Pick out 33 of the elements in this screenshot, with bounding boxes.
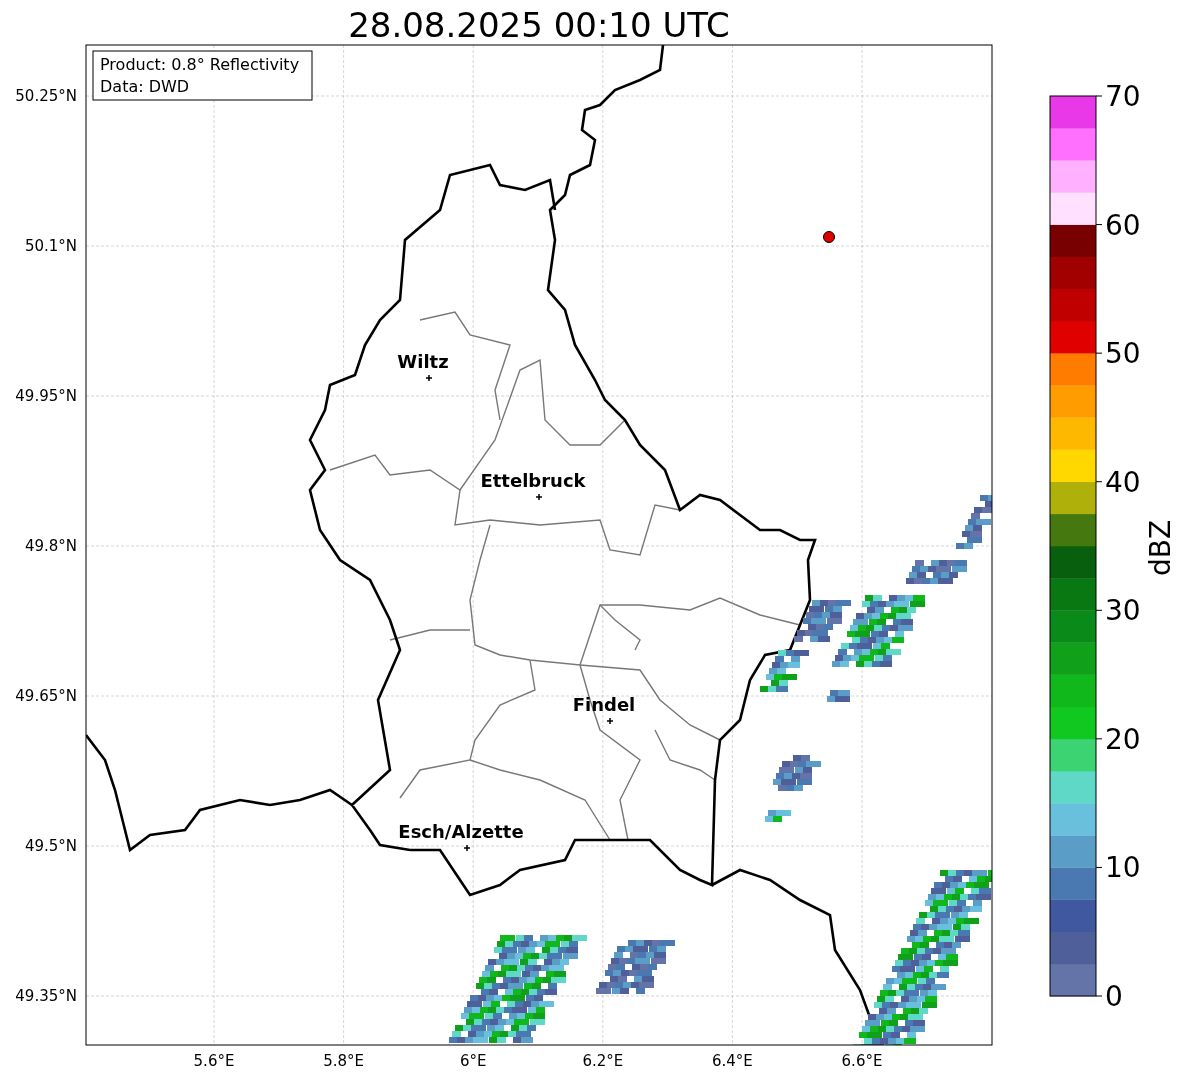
- colorbar-tick-label: 60: [1105, 208, 1141, 242]
- colorbar-title: dBZ: [1144, 519, 1177, 577]
- colorbar-tick-label: 50: [1105, 337, 1141, 371]
- latitude-tick-label: 49.95°N: [15, 387, 77, 405]
- latitude-tick-label: 49.5°N: [24, 837, 77, 855]
- longitude-tick-label: 5.8°E: [323, 1052, 364, 1070]
- latitude-tick-label: 50.1°N: [24, 237, 77, 255]
- colorbar-tick-label: 20: [1105, 722, 1141, 756]
- place-label: Wiltz: [397, 351, 449, 372]
- place-marker-icon: [606, 717, 614, 725]
- longitude-tick-label: 6.6°E: [841, 1052, 883, 1070]
- place-marker-icon: [535, 493, 543, 501]
- latitude-tick-label: 49.65°N: [15, 687, 77, 705]
- place-label: Findel: [572, 694, 636, 715]
- colorbar-tick-label: 40: [1105, 465, 1141, 499]
- chart-title: 28.08.2025 00:10 UTC: [348, 5, 730, 45]
- info-text: Data: DWD: [100, 77, 190, 96]
- colorbar-tick-label: 0: [1105, 980, 1123, 1013]
- place-marker-icon: [425, 374, 433, 382]
- colorbar-tick-label: 70: [1105, 80, 1141, 113]
- latitude-tick-label: 50.25°N: [15, 87, 77, 105]
- latitude-tick-label: 49.35°N: [15, 987, 77, 1005]
- longitude-tick-label: 6.2°E: [582, 1052, 624, 1070]
- colorbar-tick-label: 10: [1105, 851, 1141, 885]
- place-label: Ettelbruck: [480, 470, 586, 491]
- latitude-tick-label: 49.8°N: [24, 537, 77, 555]
- place-label: Esch/Alzette: [398, 821, 524, 842]
- info-text: Product: 0.8° Reflectivity: [100, 55, 300, 74]
- place-marker-icon: [463, 844, 471, 852]
- colorbar-tick-label: 30: [1105, 594, 1141, 628]
- longitude-tick-label: 5.6°E: [193, 1052, 235, 1070]
- longitude-tick-label: 6°E: [459, 1052, 487, 1070]
- longitude-tick-label: 6.4°E: [712, 1052, 753, 1070]
